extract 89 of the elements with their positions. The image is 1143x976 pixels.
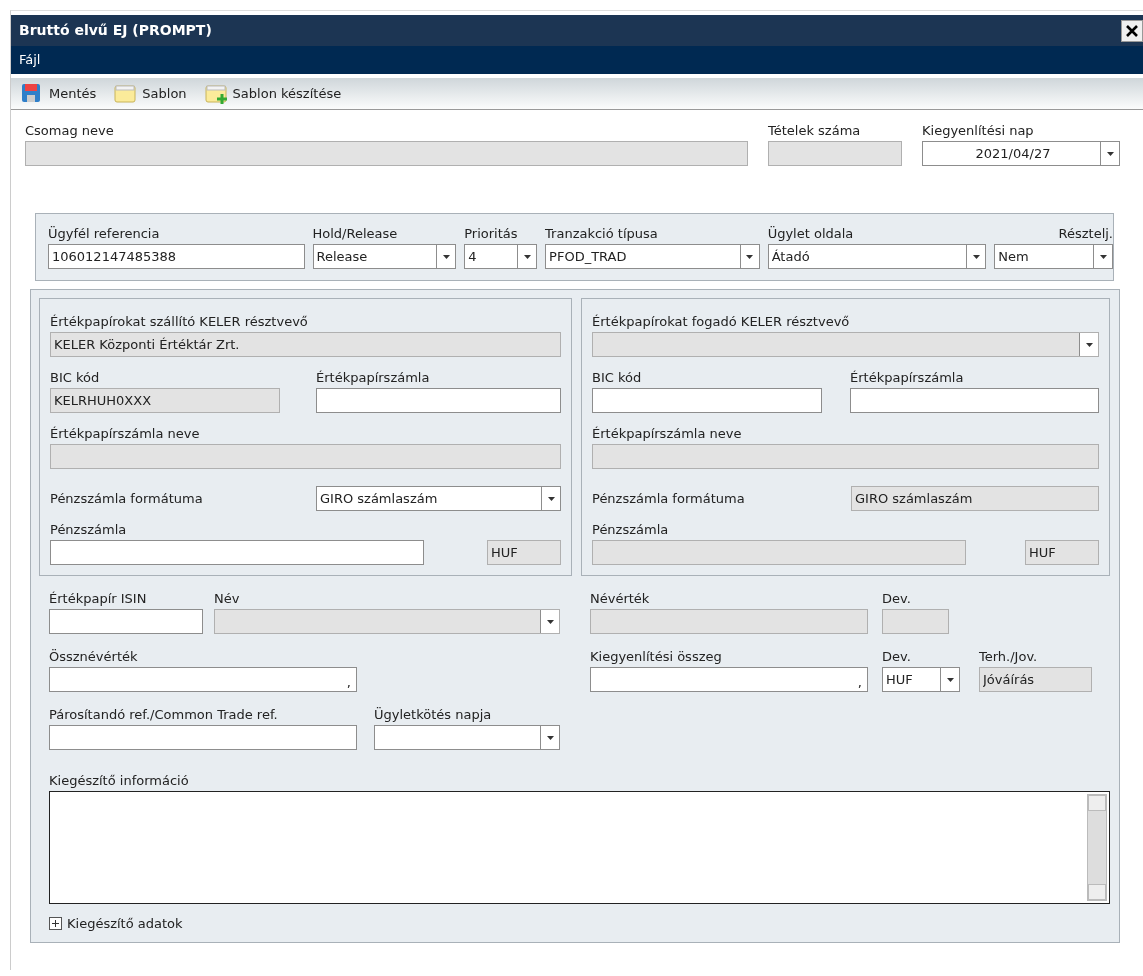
window-title: Bruttó elvű EJ (PROMPT) xyxy=(19,21,212,40)
field-label: Értékpapírokat fogadó KELER résztvevő xyxy=(592,313,851,330)
field-label: Tranzakció típusa xyxy=(545,225,659,242)
dropdown-field[interactable]: 2021/04/27 xyxy=(922,141,1120,166)
field-label: Dev. xyxy=(882,648,912,665)
close-icon xyxy=(1126,24,1138,37)
close-button[interactable] xyxy=(1121,19,1143,42)
field-label: Prioritás xyxy=(464,225,519,242)
caret-icon xyxy=(972,254,980,259)
caret-icon xyxy=(1099,254,1107,259)
input-field[interactable] xyxy=(49,725,357,750)
field-label: Kiegészítő információ xyxy=(49,772,190,789)
field-label: Ügyletkötés napja xyxy=(374,706,493,723)
field-label: Pénzszámla xyxy=(50,521,128,538)
field-label: Kiegyenlítési nap xyxy=(922,122,1035,139)
field-label: Össznévérték xyxy=(49,648,139,665)
toolbar-button[interactable]: Sablon xyxy=(114,82,187,105)
toolbar-button[interactable]: Mentés xyxy=(21,82,97,105)
caret-icon xyxy=(547,496,555,501)
dropdown-field[interactable]: 4 xyxy=(464,244,538,269)
decimal-separator: , xyxy=(346,676,352,691)
input-field[interactable] xyxy=(316,388,561,413)
field-label: BIC kód xyxy=(50,369,101,386)
field-label: Ügyfél referencia xyxy=(48,225,161,242)
field-label: Név xyxy=(214,590,241,607)
toolbar-button[interactable]: Sablon készítése xyxy=(204,82,342,105)
expander-link[interactable]: Kiegészítő adatok xyxy=(67,914,183,934)
caret-icon xyxy=(546,735,554,740)
field-label: Kiegyenlítési összeg xyxy=(590,648,723,665)
input-field[interactable] xyxy=(850,388,1099,413)
caret-icon xyxy=(1085,342,1093,347)
readonly-field[interactable] xyxy=(768,141,902,166)
caret-icon xyxy=(523,254,531,259)
folder-plus-icon xyxy=(204,82,227,105)
readonly-field[interactable]: GIRO számlaszám xyxy=(851,486,1099,511)
field-label: Értékpapírszámla xyxy=(850,369,965,386)
input-field[interactable] xyxy=(592,388,822,413)
field-label: Párosítandó ref./Common Trade ref. xyxy=(49,706,279,723)
dropdown-field[interactable]: Nem xyxy=(994,244,1113,269)
readonly-field[interactable]: KELER Központi Értéktár Zrt. xyxy=(50,332,561,357)
amount-field[interactable]: , xyxy=(590,667,868,692)
dropdown-field[interactable] xyxy=(374,725,560,750)
readonly-field[interactable] xyxy=(25,141,748,166)
field-label: Tételek száma xyxy=(768,122,862,139)
readonly-field[interactable]: HUF xyxy=(1025,540,1099,565)
field-label: Pénzszámla xyxy=(592,521,670,538)
field-label: Értékpapírszámla neve xyxy=(50,425,201,442)
text-area[interactable] xyxy=(49,791,1110,904)
caret-icon xyxy=(1106,151,1114,156)
readonly-field[interactable]: HUF xyxy=(487,540,561,565)
dropdown-field[interactable]: PFOD_TRAD xyxy=(545,244,760,269)
field-label: Névérték xyxy=(590,590,651,607)
dropdown-field[interactable]: Release xyxy=(312,244,457,269)
field-label: BIC kód xyxy=(592,369,643,386)
field-label: Dev. xyxy=(882,590,912,607)
plus-icon[interactable] xyxy=(49,917,62,931)
field-label: Ügylet oldala xyxy=(767,225,855,242)
dropdown-field[interactable]: Átadó xyxy=(767,244,987,269)
menu-item[interactable]: Fájl xyxy=(19,50,41,70)
input-field[interactable] xyxy=(49,609,203,634)
amount-field[interactable]: , xyxy=(49,667,357,692)
caret-icon xyxy=(746,254,754,259)
caret-icon xyxy=(442,254,450,259)
folder-icon xyxy=(114,82,137,105)
field-label: Értékpapír ISIN xyxy=(49,590,148,607)
readonly-field[interactable] xyxy=(592,444,1099,469)
field-label: Résztelj. xyxy=(1057,225,1113,242)
readonly-field[interactable]: Jóváírás xyxy=(979,667,1092,692)
caret-icon xyxy=(946,677,954,682)
field-label: Értékpapírszámla neve xyxy=(592,425,743,442)
field-label: Hold/Release xyxy=(312,225,399,242)
caret-icon xyxy=(546,619,554,624)
field-label: Csomag neve xyxy=(25,122,115,139)
dropdown-field[interactable]: HUF xyxy=(882,667,960,692)
readonly-field[interactable]: KELRHUH0XXX xyxy=(50,388,280,413)
field-label: Pénzszámla formátuma xyxy=(592,490,745,507)
field-label: Értékpapírszámla xyxy=(316,369,431,386)
decimal-separator: , xyxy=(857,676,863,691)
readonly-field[interactable] xyxy=(882,609,949,634)
input-field[interactable]: 106012147485388 xyxy=(48,244,305,269)
field-label: Terh./Jov. xyxy=(979,648,1039,665)
readonly-field[interactable] xyxy=(592,540,966,565)
readonly-field[interactable] xyxy=(590,609,868,634)
dropdown-field[interactable]: GIRO számlaszám xyxy=(316,486,561,511)
input-field[interactable] xyxy=(50,540,424,565)
readonly-field[interactable] xyxy=(50,444,561,469)
field-label: Pénzszámla formátuma xyxy=(50,490,203,507)
scrollbar[interactable] xyxy=(1087,794,1107,901)
field-label: Értékpapírokat szállító KELER résztvevő xyxy=(50,313,309,330)
